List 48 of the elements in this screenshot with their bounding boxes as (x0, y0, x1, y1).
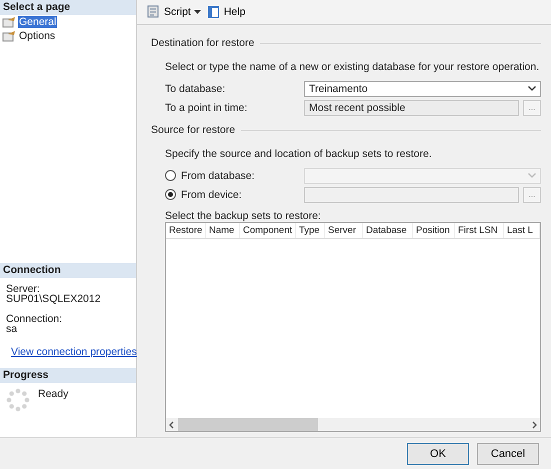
column-header[interactable]: Last L (504, 223, 540, 238)
group-title: Source for restore (151, 124, 236, 136)
connection-label: Connection: (6, 314, 64, 324)
page-icon (2, 16, 16, 28)
section-header: Connection (0, 263, 136, 278)
source-database-combo[interactable] (304, 168, 541, 184)
section-header: Select a page (0, 0, 136, 15)
dropdown-arrow-icon (194, 10, 201, 14)
chevron-down-icon (528, 173, 536, 178)
page-item[interactable]: General (0, 15, 136, 29)
column-header[interactable]: Name (206, 223, 240, 238)
database-combo[interactable]: Treinamento (304, 80, 541, 96)
field-label: To a point in time: (165, 102, 248, 114)
column-header[interactable]: Database (363, 223, 413, 238)
column-header[interactable]: Component (240, 223, 296, 238)
script-icon (145, 5, 161, 19)
page-icon (2, 30, 16, 42)
server-label: Server: (6, 284, 40, 294)
script-button[interactable]: Script (145, 5, 201, 19)
help-icon (206, 5, 221, 19)
section-header: Progress (0, 368, 136, 383)
column-header[interactable]: Server (325, 223, 363, 238)
horizontal-scrollbar[interactable] (166, 418, 540, 431)
description-text: Specify the source and location of backup sets to restore. (164, 148, 433, 160)
point-in-time-field[interactable]: Most recent possible (304, 100, 519, 116)
column-header[interactable]: First LSN (455, 223, 504, 238)
backup-sets-label: Select the backup sets to restore: (164, 210, 322, 222)
connection-properties-link[interactable]: View connection properties (11, 347, 137, 357)
help-button[interactable]: Help (206, 5, 246, 19)
column-header[interactable]: Type (296, 223, 325, 238)
description-text: Select or type the name of a new or existing database for your restore operation. (164, 61, 540, 73)
radio-button[interactable] (165, 189, 176, 200)
column-header[interactable]: Position (413, 223, 455, 238)
spinner-icon (6, 388, 30, 412)
device-field[interactable] (304, 186, 519, 202)
progress-status: Ready (38, 388, 68, 400)
radio-label: From device: (181, 188, 242, 200)
column-header[interactable]: Restore (166, 223, 206, 238)
connection-value: sa (6, 324, 18, 334)
field-label: To database: (165, 82, 226, 94)
server-value: SUP01\SQLEX2012 (6, 294, 102, 304)
dialog-button[interactable]: Cancel (477, 442, 539, 464)
group-title: Destination for restore (151, 37, 254, 49)
radio-label: From database: (181, 170, 255, 182)
page-item[interactable]: Options (0, 29, 136, 43)
radio-button[interactable] (165, 170, 176, 181)
dialog-button[interactable]: OK (407, 442, 469, 464)
chevron-down-icon (528, 86, 536, 91)
